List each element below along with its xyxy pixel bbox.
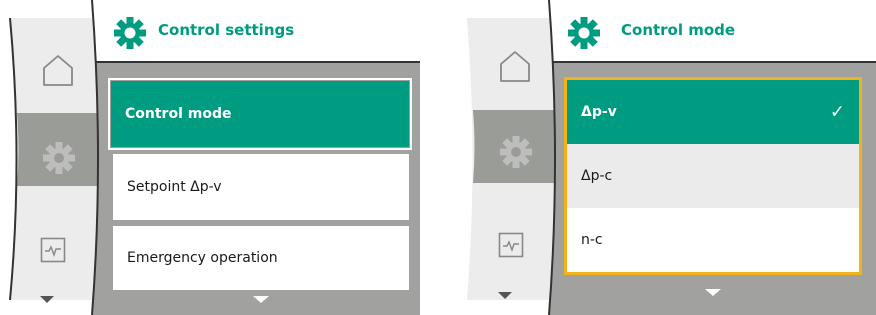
option-dp-v[interactable]: Δp-v ✓ xyxy=(567,80,859,144)
menu-item-label: Setpoint Δp-v xyxy=(127,179,222,195)
control-settings-screen: Control settings Control mode Setpoint Δ… xyxy=(0,0,420,315)
control-mode-screen: Control mode Δp-v ✓ Δp-c n-c xyxy=(463,0,876,315)
menu-item-emergency-operation[interactable]: Emergency operation xyxy=(113,226,409,290)
option-n-c[interactable]: n-c xyxy=(567,208,859,272)
menu-item-control-mode[interactable]: Control mode xyxy=(111,81,409,147)
diagnostics-icon[interactable] xyxy=(498,232,524,258)
option-label: Δp-c xyxy=(581,168,613,184)
gear-icon[interactable] xyxy=(499,135,533,169)
menu-item-label: Emergency operation xyxy=(127,250,278,266)
scroll-down-icon[interactable] xyxy=(705,289,721,297)
gear-icon[interactable] xyxy=(42,141,76,175)
gear-icon xyxy=(568,17,600,49)
checkmark-icon: ✓ xyxy=(829,101,845,123)
option-label: n-c xyxy=(581,232,603,248)
scroll-down-icon[interactable] xyxy=(253,296,269,304)
diagnostics-icon[interactable] xyxy=(40,237,66,263)
screen-title: Control mode xyxy=(621,21,736,39)
screen-title: Control settings xyxy=(158,21,295,39)
home-icon[interactable] xyxy=(497,48,533,84)
scroll-down-icon[interactable] xyxy=(498,292,512,300)
menu-item-setpoint[interactable]: Setpoint Δp-v xyxy=(113,154,409,220)
gear-icon xyxy=(114,17,146,49)
option-dp-c[interactable]: Δp-c xyxy=(567,144,859,208)
menu-item-label: Control mode xyxy=(125,106,232,122)
home-icon[interactable] xyxy=(40,52,76,88)
option-label: Δp-v xyxy=(581,104,617,120)
scroll-down-icon[interactable] xyxy=(40,296,54,304)
